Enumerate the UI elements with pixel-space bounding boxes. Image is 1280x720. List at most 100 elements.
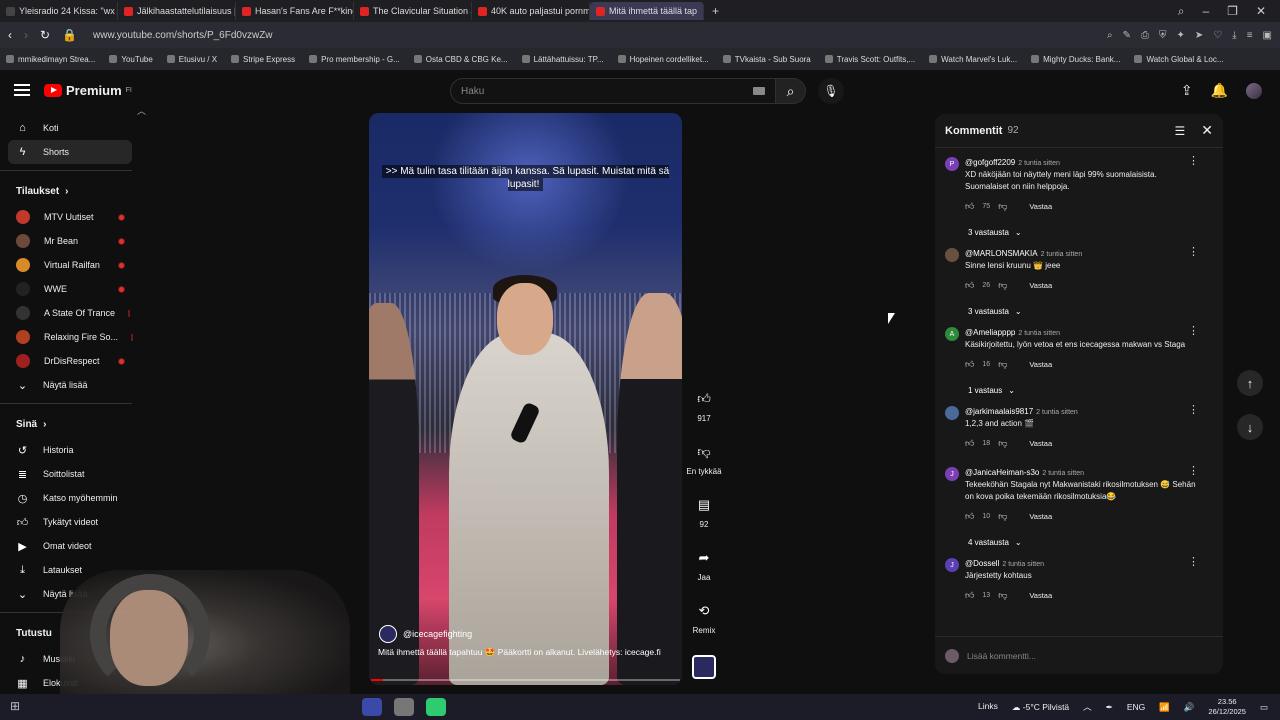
browser-tab[interactable]: Mitä ihmettä täällä tap <box>590 2 705 20</box>
bookmark-item[interactable]: Pro membership - G... <box>309 55 400 64</box>
sort-icon[interactable]: ☰ <box>1175 124 1186 138</box>
sidebar-item[interactable]: ϟ Shorts <box>8 140 132 164</box>
reply-button[interactable]: Vastaa <box>1029 360 1052 369</box>
reload-icon[interactable]: ↻ <box>40 28 50 42</box>
download-icon[interactable]: ⤓ <box>1232 30 1236 41</box>
share-icon[interactable]: ➦ <box>691 545 717 571</box>
bookmark-item[interactable]: YouTube <box>109 55 153 64</box>
thumbs-up-icon[interactable]: 👍︎ <box>965 359 974 370</box>
thumbs-up-icon[interactable]: 👍︎ <box>965 511 974 522</box>
more-options-icon[interactable]: ⋮ <box>1188 464 1199 477</box>
thumbs-down-icon[interactable]: 👎︎ <box>691 439 717 465</box>
upload-icon[interactable]: ⇪ <box>1181 82 1193 99</box>
sound-thumbnail[interactable] <box>692 655 716 679</box>
speaker-icon[interactable]: 🔊 <box>1184 702 1195 713</box>
reply-button[interactable]: Vastaa <box>1029 591 1052 600</box>
comment-author[interactable]: @MARLONSMAKIA <box>965 249 1038 258</box>
sidebar-subscription[interactable]: DrDisRespect <box>0 349 142 373</box>
comment-avatar[interactable]: A <box>945 327 959 341</box>
browser-tab[interactable]: The Clavicular Situation Ja <box>354 2 472 20</box>
comment-author[interactable]: @jarkimaalais9817 <box>965 407 1033 416</box>
bookmark-item[interactable]: TVkaista - Sub Suora <box>722 55 811 64</box>
heart-icon[interactable]: ♡ <box>1213 30 1222 41</box>
thumbs-up-icon[interactable]: 👍︎ <box>965 280 974 291</box>
add-comment[interactable]: Lisää kommentti... <box>935 636 1223 674</box>
more-options-icon[interactable]: ⋮ <box>1188 154 1199 167</box>
sidebar-item[interactable]: 👍︎ Tykätyt videot <box>0 510 142 534</box>
sidebar-item[interactable]: ≣ Soittolistat <box>0 462 142 486</box>
bookmark-item[interactable]: Osta CBD & CBG Ke... <box>413 55 508 64</box>
bookmark-item[interactable]: Etusivu / X <box>166 55 217 64</box>
video-title[interactable]: Mitä ihmettä täällä tapahtuu 🤩 Pääkortti… <box>378 647 661 658</box>
comment-time[interactable]: 2 tuntia sitten <box>1042 470 1084 477</box>
send-icon[interactable]: ➤ <box>1195 30 1203 41</box>
thumbs-down-icon[interactable]: 👎︎ <box>998 201 1007 212</box>
pen-icon[interactable]: ✒ <box>1106 702 1113 713</box>
sidebar-subscription[interactable]: MTV Uutiset <box>0 205 142 229</box>
close-icon[interactable]: ✕ <box>1201 122 1213 139</box>
links-toolbar[interactable]: Links <box>978 701 998 711</box>
comment-list[interactable]: P @gofgoff2209 2 tuntia sitten XD näköjään … <box>935 154 1223 639</box>
more-options-icon[interactable]: ⋮ <box>1188 324 1199 337</box>
you-heading[interactable]: Sinä › <box>0 410 142 438</box>
sidebar-item[interactable]: ⌄ Näytä lisää <box>0 373 142 397</box>
previous-short-button[interactable]: ↑ <box>1237 370 1263 396</box>
back-icon[interactable]: ‹ <box>8 28 12 42</box>
forward-icon[interactable]: › <box>24 28 28 42</box>
search-button[interactable]: ⌕ <box>776 78 806 104</box>
view-replies-button[interactable]: 3 vastausta ⌄ <box>935 298 1223 324</box>
comment-time[interactable]: 2 tuntia sitten <box>1036 409 1078 416</box>
bookmark-item[interactable]: Hopeinen cordelliket... <box>617 55 709 64</box>
comment-author[interactable]: @JanicaHeiman-s3o <box>965 468 1039 477</box>
sidebar-item[interactable]: ↺ Historia <box>0 438 142 462</box>
browser-tab[interactable]: Jälkihaastattelutilaisuus | ! <box>118 2 236 20</box>
more-options-icon[interactable]: ⋮ <box>1188 403 1199 416</box>
shield-icon[interactable]: ⛨ <box>1159 30 1167 41</box>
remix-icon[interactable]: ⟲ <box>691 598 717 624</box>
comment-avatar[interactable]: J <box>945 558 959 572</box>
more-options-icon[interactable]: ⋮ <box>1188 245 1199 258</box>
zoom-icon[interactable]: ⌕ <box>1107 30 1113 41</box>
menu-icon[interactable]: ≡ <box>1247 30 1253 41</box>
video-channel[interactable]: @icecagefighting <box>379 625 472 643</box>
bookmark-item[interactable]: Mighty Ducks: Bank... <box>1031 55 1120 64</box>
clock[interactable]: 23.56 26/12/2025 <box>1208 697 1246 717</box>
comment-time[interactable]: 2 tuntia sitten <box>1018 160 1060 167</box>
new-tab-button[interactable]: + <box>704 4 727 18</box>
tray-chevron-icon[interactable]: ︿ <box>1083 701 1092 713</box>
thumbs-up-icon[interactable]: 👍︎ <box>965 438 974 449</box>
sidebar-item[interactable]: ⌂ Koti <box>0 116 142 140</box>
screenshot-icon[interactable]: ⎙ <box>1141 30 1149 41</box>
comment-time[interactable]: 2 tuntia sitten <box>1018 330 1060 337</box>
hamburger-menu-icon[interactable] <box>14 84 30 96</box>
comment-avatar[interactable]: P <box>945 157 959 171</box>
comment-icon[interactable]: ▤ <box>691 492 717 518</box>
restore-icon[interactable]: ❐ <box>1227 4 1238 19</box>
more-options-icon[interactable]: ⋮ <box>1188 555 1199 568</box>
view-replies-button[interactable]: 1 vastaus ⌄ <box>935 377 1223 403</box>
bookmark-item[interactable]: Stripe Express <box>231 55 295 64</box>
streaming-app-icon[interactable] <box>426 698 446 716</box>
wifi-icon[interactable]: 📶 <box>1159 702 1170 713</box>
search-icon[interactable]: ⌕ <box>1178 4 1185 19</box>
reply-button[interactable]: Vastaa <box>1029 202 1052 211</box>
bookmark-item[interactable]: Watch Global & Loc... <box>1134 55 1224 64</box>
start-icon[interactable]: ⊞ <box>10 699 20 713</box>
comment-time[interactable]: 2 tuntia sitten <box>1041 251 1083 258</box>
comment-avatar[interactable] <box>945 406 959 420</box>
notifications-bell-icon[interactable]: 🔔 <box>1211 82 1228 99</box>
bookmark-item[interactable]: Watch Marvel's Luk... <box>929 55 1017 64</box>
comment-author[interactable]: @gofgoff2209 <box>965 158 1015 167</box>
minimize-icon[interactable]: – <box>1202 4 1209 19</box>
comment-avatar[interactable] <box>945 248 959 262</box>
comment-avatar[interactable]: J <box>945 467 959 481</box>
thumbs-down-icon[interactable]: 👎︎ <box>998 590 1007 601</box>
sidebar-subscription[interactable]: WWE <box>0 277 142 301</box>
bookmark-item[interactable]: mmikedimayn Strea... <box>6 55 95 64</box>
browser-tab[interactable]: 40K auto paljastui pornmi <box>472 2 590 20</box>
browser-tab[interactable]: Yleisradio 24 Kissa: "wx A.M <box>0 2 118 20</box>
reply-button[interactable]: Vastaa <box>1029 281 1052 290</box>
extension-icon[interactable]: ✦ <box>1177 30 1185 41</box>
view-replies-button[interactable]: 4 vastausta ⌄ <box>935 529 1223 555</box>
weather[interactable]: ☁ -5°C Pilvistä <box>1012 702 1069 713</box>
